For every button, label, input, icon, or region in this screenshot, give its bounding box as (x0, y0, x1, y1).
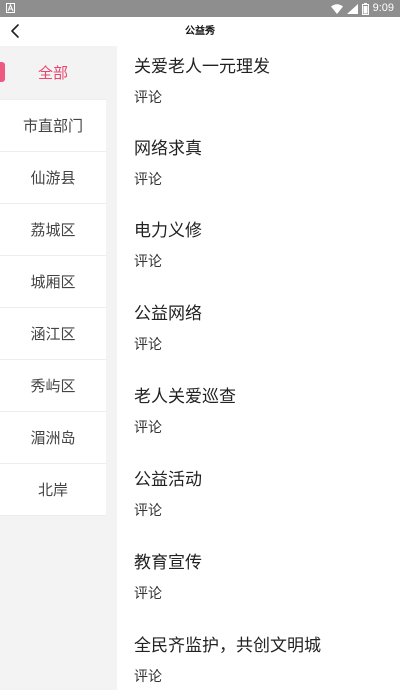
article-title[interactable]: 全民齐监护，共创文明城 (134, 635, 394, 657)
sidebar-item-city-departments[interactable]: 市直部门 (0, 100, 106, 152)
sidebar-item-licheng[interactable]: 荔城区 (0, 204, 106, 256)
article-title[interactable]: 关爱老人一元理发 (134, 56, 394, 78)
article-title[interactable]: 公益网络 (134, 303, 394, 325)
comment-link[interactable]: 评论 (134, 252, 394, 272)
list-item[interactable]: 电力义修 评论 (134, 220, 394, 272)
comment-link[interactable]: 评论 (134, 170, 394, 190)
article-title[interactable]: 电力义修 (134, 220, 394, 242)
sidebar-item-xianyou[interactable]: 仙游县 (0, 152, 106, 204)
sidebar-item-chengxiang[interactable]: 城厢区 (0, 256, 106, 308)
sidebar-item-label: 仙游县 (30, 169, 76, 187)
wifi-icon (330, 3, 343, 14)
article-list[interactable]: 关爱老人一元理发 评论 网络求真 评论 电力义修 评论 公益网络 评论 老人关爱… (117, 46, 400, 690)
sidebar-item-label: 湄洲岛 (30, 429, 76, 447)
comment-link[interactable]: 评论 (134, 501, 394, 521)
article-title[interactable]: 网络求真 (134, 138, 394, 160)
comment-link[interactable]: 评论 (134, 335, 394, 355)
sidebar-item-label: 全部 (37, 64, 68, 82)
page-title: 公益秀 (185, 26, 215, 37)
sidebar-item-xiuyu[interactable]: 秀屿区 (0, 360, 106, 412)
sidebar: 全部 市直部门 仙游县 荔城区 城厢区 涵江区 秀屿区 湄洲岛 北岸 (0, 46, 106, 690)
app-header: 公益秀 (0, 17, 400, 46)
sidebar-item-label: 北岸 (37, 481, 68, 499)
article-title[interactable]: 教育宣传 (134, 552, 394, 574)
comment-link[interactable]: 评论 (134, 584, 394, 604)
comment-link[interactable]: 评论 (134, 418, 394, 438)
list-item[interactable]: 网络求真 评论 (134, 138, 394, 190)
app-notification-icon (6, 3, 15, 13)
comment-link[interactable]: 评论 (134, 667, 394, 687)
list-item[interactable]: 关爱老人一元理发 评论 (134, 56, 394, 108)
comment-link[interactable]: 评论 (134, 88, 394, 108)
sidebar-item-label: 荔城区 (30, 221, 76, 239)
article-title[interactable]: 老人关爱巡查 (134, 386, 394, 408)
sidebar-item-label: 涵江区 (30, 325, 76, 343)
active-indicator (0, 62, 5, 82)
sidebar-item-beian[interactable]: 北岸 (0, 464, 106, 516)
status-time: 9:09 (372, 2, 394, 14)
sidebar-item-label: 市直部门 (22, 117, 83, 135)
sidebar-item-all[interactable]: 全部 (0, 46, 106, 100)
status-bar: 9:09 (0, 0, 400, 17)
sidebar-item-label: 城厢区 (30, 273, 76, 291)
list-item[interactable]: 教育宣传 评论 (134, 552, 394, 604)
battery-icon (361, 2, 369, 15)
list-item[interactable]: 全民齐监护，共创文明城 评论 (134, 635, 394, 687)
sidebar-item-meizhou[interactable]: 湄洲岛 (0, 412, 106, 464)
sidebar-item-label: 秀屿区 (30, 377, 76, 395)
signal-icon (346, 3, 358, 14)
divider (106, 46, 117, 690)
list-item[interactable]: 公益网络 评论 (134, 303, 394, 355)
list-item[interactable]: 公益活动 评论 (134, 469, 394, 521)
article-title[interactable]: 公益活动 (134, 469, 394, 491)
list-item[interactable]: 老人关爱巡查 评论 (134, 386, 394, 438)
sidebar-item-hanjiang[interactable]: 涵江区 (0, 308, 106, 360)
